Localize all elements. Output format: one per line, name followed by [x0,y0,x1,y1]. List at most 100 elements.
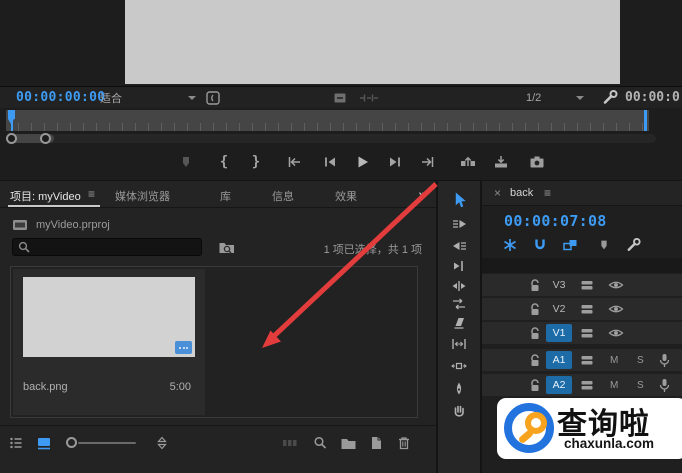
project-tabbar: 项目: myVideo ≡ 媒体浏览器 库 信息 效果 » [0,181,436,208]
panel-overflow-chevron[interactable]: » [418,186,426,202]
monitor-time-ruler[interactable] [6,110,649,131]
track-lock-icon[interactable] [528,326,542,341]
track-target-a1[interactable]: A1 [546,351,572,369]
project-item-back-png[interactable]: back.png 5:00 [13,269,205,415]
tab-info[interactable]: 信息 [272,188,294,204]
selection-tool[interactable] [450,192,468,209]
mute-button[interactable]: M [610,355,618,366]
close-tab-icon[interactable]: × [494,186,501,200]
track-lock-icon[interactable] [528,278,542,293]
drag-audio-button[interactable] [358,90,380,106]
source-patch-icon[interactable] [580,278,594,292]
new-bin-button[interactable] [338,434,358,452]
ripple-edit-icon [454,260,463,271]
snap-button[interactable] [530,236,550,254]
list-view-button[interactable] [6,434,26,452]
export-frame-button[interactable] [527,153,547,171]
search-input[interactable] [12,238,202,256]
mark-out-button[interactable]: } [246,153,266,171]
mute-button[interactable]: M [610,380,618,391]
voiceover-mic-icon[interactable] [658,353,671,368]
tab-project[interactable]: 项目: myVideo [10,188,81,204]
icon-view-icon [38,438,50,450]
solo-button[interactable]: S [637,380,644,391]
find-button[interactable] [310,434,330,452]
track-target-v3[interactable]: V3 [546,276,572,294]
panel-menu-icon[interactable]: ≡ [544,186,551,200]
track-select-forward-tool[interactable] [450,215,468,232]
zoom-slider-handle[interactable] [66,437,77,448]
rate-stretch-tool[interactable] [450,295,468,312]
drag-video-button[interactable] [332,90,348,106]
search-in-bin-button[interactable] [216,238,238,256]
go-to-in-button[interactable] [284,153,304,171]
watermark-logo-icon [504,403,554,453]
zoom-level-dropdown[interactable]: 适合 [100,90,196,106]
item-thumbnail[interactable] [23,277,195,357]
scrollbar-right-handle[interactable] [40,133,51,144]
toggle-track-output-eye-icon[interactable] [608,303,624,315]
track-select-backward-tool[interactable] [450,237,468,254]
hand-tool[interactable] [450,402,468,419]
track-lock-icon[interactable] [528,378,542,393]
project-file-row[interactable]: myVideo.prproj [12,217,110,233]
wrench-icon [627,237,641,251]
sort-icons-button[interactable] [152,434,172,452]
add-marker-button[interactable] [594,236,614,254]
zoom-slider-track[interactable] [78,442,136,444]
mark-in-button[interactable]: { [214,153,234,171]
delete-button[interactable] [394,434,414,452]
source-patch-icon[interactable] [580,353,594,367]
sequence-timecode[interactable]: 00:00:07:08 [504,212,607,230]
linked-selection-button[interactable] [560,236,580,254]
ripple-edit-tool[interactable] [450,257,468,274]
track-target-v2[interactable]: V2 [546,300,572,318]
slide-tool[interactable] [450,357,468,374]
razor-tool[interactable] [450,314,468,331]
panel-menu-icon[interactable]: ≡ [88,187,95,201]
monitor-settings-button[interactable] [602,89,619,106]
nest-sequences-button[interactable] [500,236,520,254]
toggle-track-output-eye-icon[interactable] [608,327,624,339]
step-back-button[interactable] [320,153,340,171]
track-target-v1[interactable]: V1 [546,324,572,342]
new-item-icon [372,437,381,449]
automate-to-sequence-button[interactable] [280,434,300,452]
new-item-button[interactable] [366,434,386,452]
play-button[interactable] [352,153,372,171]
transport-controls: { } [0,146,682,178]
toggle-track-output-eye-icon[interactable] [608,279,624,291]
source-patch-icon[interactable] [580,326,594,340]
scrollbar-left-handle[interactable] [6,133,17,144]
timeline-settings-button[interactable] [624,236,644,254]
overwrite-button[interactable] [491,153,511,171]
pen-tool[interactable] [450,380,468,397]
source-patch-icon[interactable] [580,378,594,392]
track-lock-icon[interactable] [528,353,542,368]
overwrite-icon [495,156,507,168]
tab-media-browser[interactable]: 媒体浏览器 [115,188,170,204]
source-patch-icon[interactable] [580,302,594,316]
project-panel-toolbar [0,425,436,473]
scrollbar-track[interactable] [6,134,656,143]
tab-effects[interactable]: 效果 [335,188,357,204]
pen-icon [456,382,462,394]
safe-margins-button[interactable] [205,90,221,106]
tab-libraries[interactable]: 库 [220,188,231,204]
playback-resolution-dropdown[interactable]: 1/2 [488,90,584,106]
solo-button[interactable]: S [637,355,644,366]
track-target-a2[interactable]: A2 [546,376,572,394]
icon-view-button[interactable] [34,434,54,452]
watermark-url: chaxunla.com [564,436,655,451]
go-to-out-button[interactable] [418,153,438,171]
playhead[interactable] [8,110,16,131]
step-forward-button[interactable] [385,153,405,171]
voiceover-mic-icon[interactable] [658,378,671,393]
sequence-tab[interactable]: back [510,187,533,199]
rolling-edit-tool[interactable] [450,277,468,294]
project-bin-area[interactable]: back.png 5:00 [10,266,418,418]
track-lock-icon[interactable] [528,302,542,317]
lift-button[interactable] [458,153,478,171]
slip-tool[interactable] [450,335,468,352]
add-marker-button[interactable] [176,153,196,171]
